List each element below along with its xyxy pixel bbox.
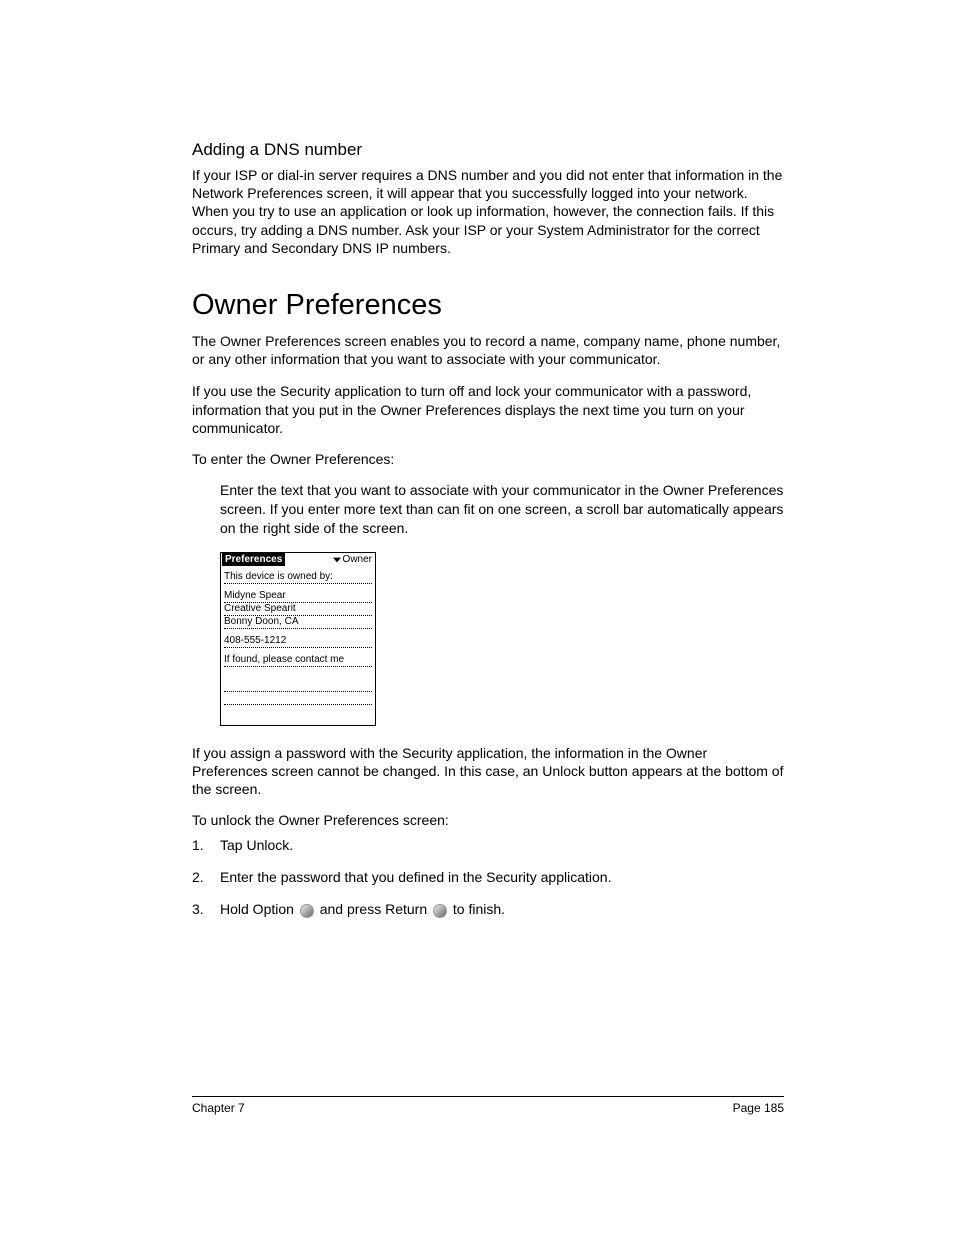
owner-para1: The Owner Preferences screen enables you… <box>192 332 784 368</box>
heading-dns: Adding a DNS number <box>192 140 784 160</box>
after-figure-text: If you assign a password with the Securi… <box>192 744 784 799</box>
step-3-part-a: Hold Option <box>220 901 298 917</box>
step-3: 3. Hold Option and press Return to finis… <box>192 900 784 918</box>
preferences-input-line[interactable]: 408-555-1212 <box>224 635 372 648</box>
page-footer: Chapter 7 Page 185 <box>192 1096 784 1115</box>
heading-owner-preferences: Owner Preferences <box>192 289 784 322</box>
step-3-part-c: to finish. <box>449 901 505 917</box>
step-3-part-b: and press Return <box>316 901 431 917</box>
preferences-dropdown[interactable]: Owner <box>333 554 374 565</box>
preferences-input-line[interactable]: If found, please contact me <box>224 654 372 667</box>
preferences-title: Preferences <box>222 553 285 566</box>
unlock-steps: 1. Tap Unlock. 2. Enter the password tha… <box>192 836 784 919</box>
preferences-dropdown-label: Owner <box>343 554 372 565</box>
owner-para2: If you use the Security application to t… <box>192 382 784 437</box>
page: Adding a DNS number If your ISP or dial-… <box>0 0 954 1235</box>
preferences-input-line[interactable] <box>224 679 372 692</box>
step-2-text: Enter the password that you defined in t… <box>220 868 611 886</box>
return-key-icon <box>433 904 447 918</box>
preferences-input-line[interactable]: Creative Spearit <box>224 603 372 616</box>
step-2-num: 2. <box>192 868 220 886</box>
footer-page: Page 185 <box>733 1101 784 1115</box>
step-1-num: 1. <box>192 836 220 854</box>
enter-heading: To enter the Owner Preferences: <box>192 451 784 467</box>
preferences-screen: Preferences Owner This device is owned b… <box>220 552 376 726</box>
preferences-input-line[interactable] <box>224 692 372 705</box>
preferences-input-line[interactable]: Midyne Spear <box>224 590 372 603</box>
step-3-text: Hold Option and press Return to finish. <box>220 900 505 918</box>
dropdown-triangle-icon <box>333 557 341 563</box>
footer-chapter: Chapter 7 <box>192 1101 245 1115</box>
step-2: 2. Enter the password that you defined i… <box>192 868 784 886</box>
step-3-num: 3. <box>192 900 220 918</box>
unlock-heading: To unlock the Owner Preferences screen: <box>192 812 784 828</box>
step-1: 1. Tap Unlock. <box>192 836 784 854</box>
step-1-text: Tap Unlock. <box>220 836 293 854</box>
preferences-input-line[interactable]: This device is owned by: <box>224 571 372 584</box>
body-dns: If your ISP or dial-in server requires a… <box>192 166 784 257</box>
option-key-icon <box>300 904 314 918</box>
enter-body: Enter the text that you want to associat… <box>220 481 784 538</box>
preferences-titlebar: Preferences Owner <box>221 553 375 567</box>
owner-preferences-figure: Preferences Owner This device is owned b… <box>220 552 784 726</box>
preferences-input-line[interactable]: Bonny Doon, CA <box>224 616 372 629</box>
